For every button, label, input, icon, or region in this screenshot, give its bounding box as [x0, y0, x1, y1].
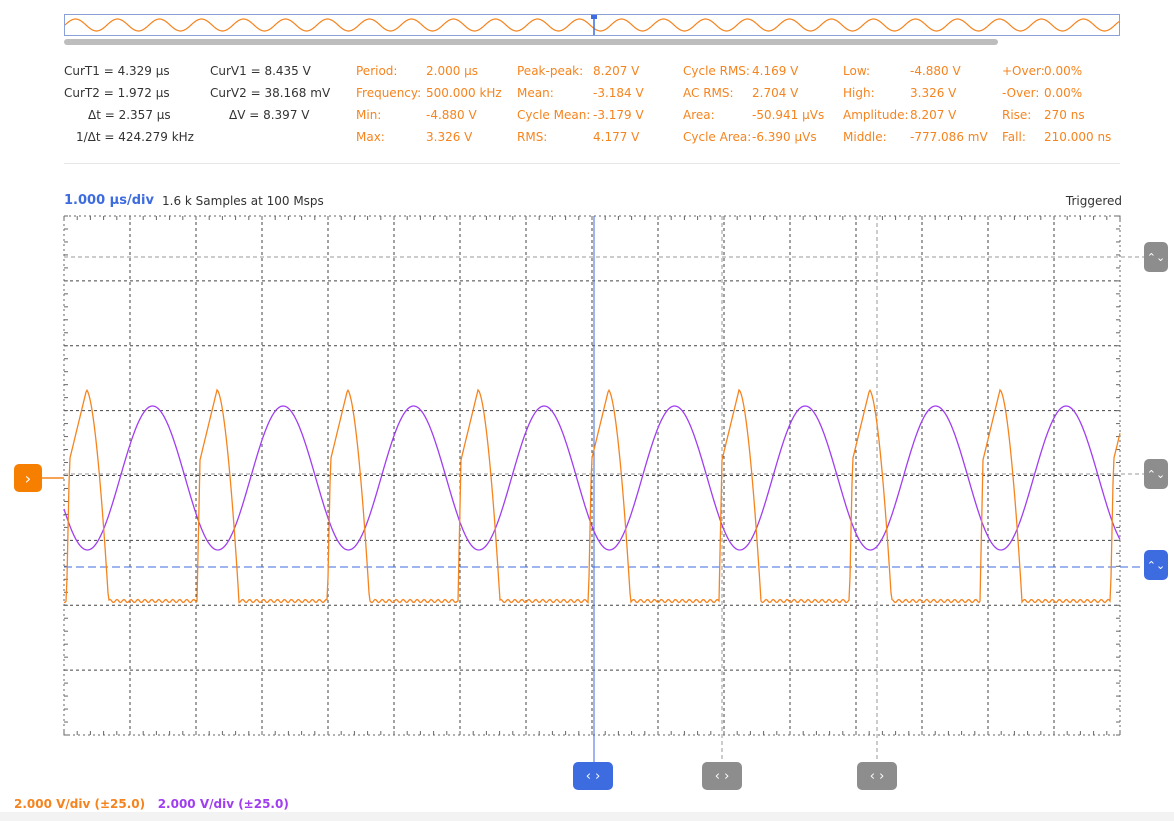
- cursor-delta-v: ΔV = 8.397 V: [229, 108, 310, 122]
- trigger-level-handle[interactable]: ⌃⌄: [1144, 550, 1168, 580]
- meas-value: 0.00%: [1044, 86, 1083, 100]
- meas-label: Min:: [356, 108, 382, 122]
- meas-label: AC RMS:: [683, 86, 734, 100]
- meas-label: RMS:: [517, 130, 548, 144]
- updown-arrows-icon: ⌃⌄: [1146, 558, 1166, 572]
- leftright-arrows-icon: ‹ ›: [869, 768, 885, 784]
- overview-scrollbar[interactable]: [64, 39, 998, 45]
- updown-arrows-icon: ⌃⌄: [1146, 250, 1166, 264]
- updown-arrows-icon: ⌃⌄: [1146, 467, 1166, 481]
- meas-label: -Over:: [1002, 86, 1040, 100]
- meas-label: High:: [843, 86, 875, 100]
- timebase-label[interactable]: 1.000 µs/div: [64, 193, 154, 208]
- meas-label: Cycle Mean:: [517, 108, 591, 122]
- samples-label: 1.6 k Samples at 100 Msps: [162, 194, 324, 208]
- chevron-right-icon: ›: [24, 468, 32, 488]
- overview-waveform: [64, 15, 1120, 35]
- meas-label: Rise:: [1002, 108, 1032, 122]
- trigger-time-handle[interactable]: ‹ ›: [573, 762, 613, 790]
- meas-label: Cycle RMS:: [683, 64, 750, 78]
- meas-value: -50.941 µVs: [752, 108, 825, 122]
- overview-strip[interactable]: [64, 14, 1120, 36]
- cursor-v1: CurV1 = 8.435 V: [210, 64, 311, 78]
- cursor-v2: CurV2 = 38.168 mV: [210, 86, 331, 100]
- leftright-arrows-icon: ‹ ›: [585, 768, 601, 784]
- meas-value: 0.00%: [1044, 64, 1083, 78]
- meas-value: -6.390 µVs: [752, 130, 817, 144]
- status-bar: [0, 812, 1174, 821]
- meas-value: 500.000 kHz: [426, 86, 502, 100]
- time-cursor-2-handle[interactable]: ‹ ›: [857, 762, 897, 790]
- cursor-delta-t: Δt = 2.357 µs: [88, 108, 171, 122]
- meas-value: 4.169 V: [752, 64, 799, 78]
- cursor-t1: CurT1 = 4.329 µs: [64, 64, 170, 78]
- time-cursor-1-handle[interactable]: ‹ ›: [702, 762, 742, 790]
- meas-label: Max:: [356, 130, 385, 144]
- meas-label: Cycle Area:: [683, 130, 752, 144]
- meas-value: -4.880 V: [426, 108, 477, 122]
- meas-label: Period:: [356, 64, 398, 78]
- channel-scales: 2.000 V/div (±25.0) 2.000 V/div (±25.0): [14, 797, 289, 811]
- meas-value: 2.000 µs: [426, 64, 479, 78]
- channel-1-scale[interactable]: 2.000 V/div (±25.0): [14, 797, 145, 811]
- cursor-lines[interactable]: [42, 216, 1144, 765]
- meas-value: 8.207 V: [910, 108, 957, 122]
- meas-value: 3.326 V: [426, 130, 473, 144]
- upper-level-cursor-handle[interactable]: ⌃⌄: [1144, 242, 1168, 272]
- meas-label: +Over:: [1002, 64, 1045, 78]
- meas-label: Area:: [683, 108, 715, 122]
- meas-label: Middle:: [843, 130, 887, 144]
- scope-display[interactable]: [0, 210, 1174, 794]
- meas-label: Amplitude:: [843, 108, 909, 122]
- meas-label: Fall:: [1002, 130, 1026, 144]
- meas-label: Low:: [843, 64, 871, 78]
- meas-value: 270 ns: [1044, 108, 1085, 122]
- middle-level-cursor-handle[interactable]: ⌃⌄: [1144, 459, 1168, 489]
- meas-value: 4.177 V: [593, 130, 640, 144]
- trigger-status: Triggered: [1065, 194, 1122, 208]
- meas-value: 2.704 V: [752, 86, 799, 100]
- meas-value: -4.880 V: [910, 64, 961, 78]
- meas-label: Peak-peak:: [517, 64, 584, 78]
- meas-value: 8.207 V: [593, 64, 640, 78]
- channel-2-scale[interactable]: 2.000 V/div (±25.0): [158, 797, 289, 811]
- channel-1-offset-marker[interactable]: ›: [14, 464, 42, 492]
- meas-label: Mean:: [517, 86, 554, 100]
- divider: [64, 163, 1120, 164]
- meas-value: -777.086 mV: [910, 130, 988, 144]
- meas-value: 210.000 ns: [1044, 130, 1112, 144]
- graticule: [63, 215, 1121, 736]
- cursor-t2: CurT2 = 1.972 µs: [64, 86, 170, 100]
- cursor-inv-delta-t: 1/Δt = 424.279 kHz: [76, 130, 194, 144]
- leftright-arrows-icon: ‹ ›: [714, 768, 730, 784]
- meas-label: Frequency:: [356, 86, 422, 100]
- meas-value: 3.326 V: [910, 86, 957, 100]
- meas-value: -3.184 V: [593, 86, 644, 100]
- meas-value: -3.179 V: [593, 108, 644, 122]
